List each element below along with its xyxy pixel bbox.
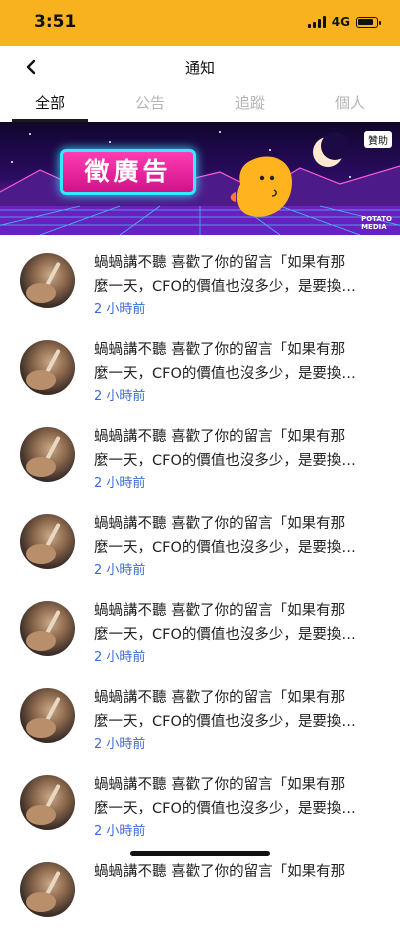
notification-text: 蝸蝸講不聽 喜歡了你的留言「如果有那 麼一天，CFO的價值也沒多少，是要換…: [94, 516, 356, 556]
notification-time: 2 小時前: [94, 650, 146, 665]
notification-text: 蝸蝸講不聽 喜歡了你的留言「如果有那 麼一天，CFO的價值也沒多少，是要換…: [94, 603, 356, 643]
notification-text: 蝸蝸講不聽 喜歡了你的留言「如果有那 麼一天，CFO的價值也沒多少，是要換…: [94, 342, 356, 382]
home-indicator[interactable]: [130, 851, 270, 856]
notification-text: 蝸蝸講不聽 喜歡了你的留言「如果有那 麼一天，CFO的價值也沒多少，是要換…: [94, 429, 356, 469]
avatar[interactable]: [20, 862, 75, 917]
notification-item[interactable]: 蝸蝸講不聽 喜歡了你的留言「如果有那: [0, 844, 400, 931]
notification-time: 2 小時前: [94, 824, 146, 839]
notification-item[interactable]: 蝸蝸講不聽 喜歡了你的留言「如果有那 麼一天，CFO的價值也沒多少，是要換… 2…: [0, 409, 400, 496]
notification-time: 2 小時前: [94, 476, 146, 491]
avatar[interactable]: [20, 253, 75, 308]
tab-announcements[interactable]: 公告: [100, 88, 200, 122]
notification-text: 蝸蝸講不聽 喜歡了你的留言「如果有那 麼一天，CFO的價值也沒多少，是要換…: [94, 255, 356, 295]
signal-icon: [307, 16, 326, 28]
network-label: 4G: [331, 15, 350, 29]
notification-item[interactable]: 蝸蝸講不聽 喜歡了你的留言「如果有那 麼一天，CFO的價值也沒多少，是要換… 2…: [0, 496, 400, 583]
notification-text: 蝸蝸講不聽 喜歡了你的留言「如果有那 麼一天，CFO的價值也沒多少，是要換…: [94, 690, 356, 730]
ad-banner[interactable]: 徵廣告 贊助 POTATO MEDIA: [0, 122, 400, 235]
notification-text: 蝸蝸講不聽 喜歡了你的留言「如果有那 麼一天，CFO的價值也沒多少，是要換…: [94, 777, 356, 817]
notification-time: 2 小時前: [94, 563, 146, 578]
tab-all[interactable]: 全部: [0, 88, 100, 122]
status-indicators: 4G: [307, 15, 381, 29]
notification-item[interactable]: 蝸蝸講不聽 喜歡了你的留言「如果有那 麼一天，CFO的價值也沒多少，是要換… 2…: [0, 235, 400, 322]
avatar[interactable]: [20, 601, 75, 656]
brand-logo: POTATO MEDIA: [361, 215, 392, 231]
notification-item[interactable]: 蝸蝸講不聽 喜歡了你的留言「如果有那 麼一天，CFO的價值也沒多少，是要換… 2…: [0, 757, 400, 844]
sponsored-badge: 贊助: [364, 131, 392, 148]
avatar[interactable]: [20, 340, 75, 395]
notification-time: 2 小時前: [94, 389, 146, 404]
tab-bar: 全部 公告 追蹤 個人: [0, 88, 400, 122]
avatar[interactable]: [20, 427, 75, 482]
avatar[interactable]: [20, 688, 75, 743]
page-title: 通知: [184, 59, 215, 77]
avatar[interactable]: [20, 775, 75, 830]
avatar[interactable]: [20, 514, 75, 569]
notification-item[interactable]: 蝸蝸講不聽 喜歡了你的留言「如果有那 麼一天，CFO的價值也沒多少，是要換… 2…: [0, 670, 400, 757]
nav-header: 通知: [0, 46, 400, 88]
ad-title: 徵廣告: [60, 149, 196, 195]
battery-icon: [356, 16, 381, 28]
status-bar: 3:51 4G: [0, 0, 400, 46]
tab-personal[interactable]: 個人: [300, 88, 400, 122]
status-time: 3:51: [34, 12, 77, 32]
notification-item[interactable]: 蝸蝸講不聽 喜歡了你的留言「如果有那 麼一天，CFO的價值也沒多少，是要換… 2…: [0, 322, 400, 409]
notification-item[interactable]: 蝸蝸講不聽 喜歡了你的留言「如果有那 麼一天，CFO的價值也沒多少，是要換… 2…: [0, 583, 400, 670]
notification-time: 2 小時前: [94, 302, 146, 317]
tab-following[interactable]: 追蹤: [200, 88, 300, 122]
notification-time: 2 小時前: [94, 737, 146, 752]
